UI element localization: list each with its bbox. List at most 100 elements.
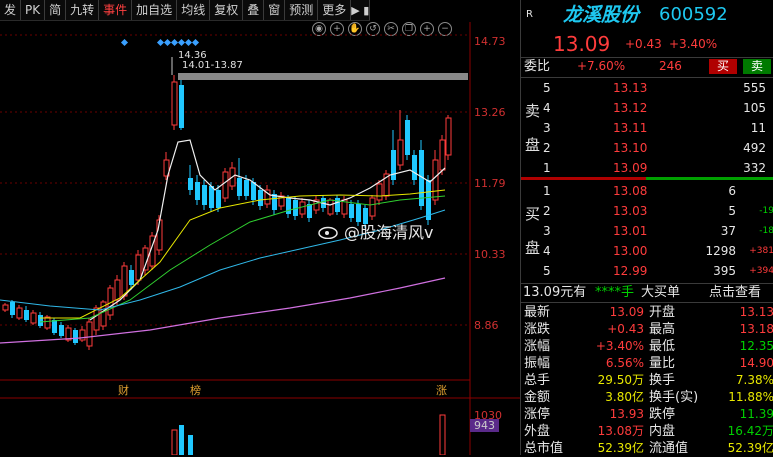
- candle: [209, 186, 214, 208]
- order-volume: 6: [728, 184, 736, 198]
- candle: [327, 199, 334, 215]
- stat-value: 11.39: [739, 407, 773, 421]
- buy-row[interactable]: 1 13.08 6: [521, 183, 773, 200]
- stat-label: 涨跌: [524, 322, 551, 337]
- candle: [38, 315, 43, 326]
- view-link[interactable]: 点击查看: [709, 284, 761, 301]
- candle: [405, 120, 410, 155]
- stock-code: 600592: [659, 4, 728, 25]
- order-volume: 37: [720, 224, 736, 238]
- sell-row[interactable]: 1 13.09 332: [521, 160, 773, 177]
- candle: [445, 117, 452, 156]
- price-row: 13.09 +0.43 +3.40%: [521, 33, 773, 55]
- stat-label: 总市值: [524, 441, 564, 456]
- r-badge: R: [526, 9, 533, 20]
- stat-value: 16.42万: [727, 424, 773, 438]
- weibi-diff: 246: [659, 59, 682, 73]
- candle: [432, 159, 439, 201]
- candle: [397, 139, 404, 166]
- candle: [426, 180, 431, 220]
- candle: [299, 201, 306, 215]
- price-change-pct: +3.40%: [669, 37, 718, 51]
- order-level: 4: [543, 244, 551, 258]
- stat-row: 总手 29.50万 换手 7.38%: [521, 372, 773, 389]
- stat-value: 52.39亿: [727, 441, 773, 455]
- candle: [237, 178, 242, 196]
- candlesticks: [2, 75, 452, 350]
- sell-row[interactable]: 5 13.13 555: [521, 80, 773, 97]
- range-annotation: 14.01-13.87: [182, 60, 243, 71]
- stat-label: 金额: [524, 390, 551, 405]
- stat-row: 总市值 52.39亿 流通值 52.39亿: [521, 440, 773, 457]
- order-volume: 555: [743, 81, 766, 95]
- sell-button[interactable]: 卖: [743, 59, 771, 74]
- order-level: 4: [543, 101, 551, 115]
- sell-row[interactable]: 4 13.12 105: [521, 100, 773, 117]
- candle: [335, 198, 340, 212]
- price-tick: 8.86: [474, 319, 499, 332]
- order-price: 13.01: [613, 224, 648, 238]
- candle: [391, 150, 396, 180]
- stat-label: 跌停: [649, 407, 676, 422]
- order-price: 13.13: [613, 81, 648, 95]
- stat-label: 外盘: [524, 424, 551, 439]
- sell-row[interactable]: 3 13.11 11: [521, 120, 773, 137]
- volume-bars: [171, 414, 446, 455]
- order-price: 12.99: [613, 264, 648, 278]
- candle: [24, 310, 29, 320]
- candle: [171, 81, 178, 126]
- buy-row[interactable]: 3 13.01 37 -18: [521, 223, 773, 240]
- weibi-label: 委比: [524, 59, 551, 74]
- stat-value: 13.13: [739, 305, 773, 319]
- order-level: 3: [543, 121, 551, 135]
- candle: [222, 171, 229, 199]
- candle: [52, 320, 57, 333]
- order-volume: 1298: [705, 244, 736, 258]
- candle: [73, 330, 78, 343]
- order-volume: 11: [750, 121, 766, 135]
- watermark: @股海清风v: [318, 219, 433, 243]
- stat-label: 最低: [649, 339, 676, 354]
- buy-button[interactable]: 买: [709, 59, 737, 74]
- volume-bar: [179, 425, 184, 455]
- sell-orders: 卖 盘 5 13.13 555 4 13.12 105 3 13.11 11 2 13.10 492 1…: [521, 77, 773, 178]
- price-change: +0.43: [625, 37, 662, 51]
- order-change: +394: [749, 266, 773, 276]
- event-label-finance[interactable]: 财: [118, 382, 129, 398]
- order-price: 13.09: [613, 161, 648, 175]
- order-price: 13.12: [613, 101, 648, 115]
- order-change: -19: [759, 206, 773, 216]
- stats-grid: 最新 13.09 开盘 13.13 涨跌 +0.43 最高 13.18 涨幅 +3.40% 最低 12…: [521, 302, 773, 456]
- event-label-limit-up[interactable]: 涨: [436, 382, 447, 398]
- volume-bar: [188, 435, 193, 455]
- order-change: +381: [749, 246, 773, 256]
- order-level: 1: [543, 161, 551, 175]
- buy-row[interactable]: 4 13.00 1298 +381: [521, 243, 773, 260]
- stat-value: 52.39亿: [597, 441, 644, 455]
- order-price: 13.08: [613, 184, 648, 198]
- order-level: 5: [543, 81, 551, 95]
- big-order-type: 大买单: [641, 285, 681, 300]
- candle: [188, 178, 193, 190]
- volume-bar: [171, 429, 178, 455]
- big-order-bar: 13.09元有 ****手 大买单 点击查看: [521, 283, 773, 302]
- event-markers: [120, 38, 200, 47]
- stat-value: 14.90: [739, 356, 773, 370]
- stat-value: 13.08万: [597, 424, 644, 438]
- sell-row[interactable]: 2 13.10 492: [521, 140, 773, 157]
- order-volume: 332: [743, 161, 766, 175]
- candle: [121, 265, 128, 297]
- buy-row[interactable]: 2 13.03 5 -19: [521, 203, 773, 220]
- event-label-rank[interactable]: 榜: [190, 382, 201, 398]
- buy-row[interactable]: 5 12.99 395 +394: [521, 263, 773, 280]
- current-price: 13.09: [553, 32, 611, 56]
- order-price: 13.00: [613, 244, 648, 258]
- kline-chart-panel[interactable]: 发 PK 简 九转 事件 加自选 均线 复权 叠 窗 预测 更多 ▶ ▮ ◉ +…: [0, 0, 520, 455]
- order-change: -18: [759, 226, 773, 236]
- order-volume: 492: [743, 141, 766, 155]
- order-level: 3: [543, 224, 551, 238]
- candle: [86, 321, 93, 347]
- weibi-value: +7.60%: [577, 59, 626, 73]
- order-level: 1: [543, 184, 551, 198]
- stat-value: 13.18: [739, 322, 773, 336]
